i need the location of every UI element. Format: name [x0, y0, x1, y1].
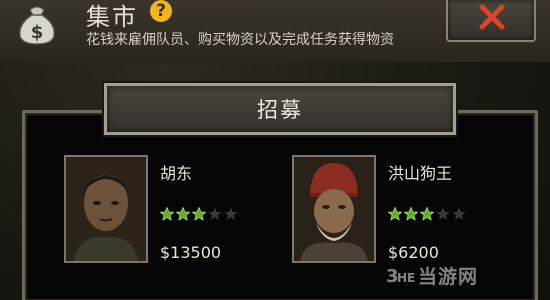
soldier-portrait-image	[66, 157, 146, 261]
watermark-logo-icon: 3 HE	[386, 266, 415, 286]
close-icon	[479, 4, 505, 30]
recruit-price: $6200	[388, 243, 439, 262]
header-bar: $ 集市 ? 花钱来雇佣队员、购买物资以及完成任务获得物资	[0, 0, 550, 62]
svg-text:HE: HE	[397, 271, 415, 285]
star-empty-icon	[208, 207, 222, 220]
svg-text:$: $	[31, 22, 44, 43]
watermark-text: 当游网	[418, 266, 479, 288]
recruit-price: $13500	[160, 243, 222, 262]
money-bag-icon: $	[19, 6, 55, 45]
page-title: 集市	[86, 3, 138, 31]
star-filled-icon	[388, 207, 402, 221]
star-empty-icon	[452, 207, 466, 220]
recruit-card-hongshan[interactable]: 洪山狗王 $6200	[292, 155, 492, 265]
recruit-portrait	[64, 155, 148, 263]
help-icon[interactable]: ?	[150, 0, 172, 22]
recruit-card-hudong[interactable]: 胡东 $13500	[64, 155, 264, 265]
star-empty-icon	[224, 207, 238, 220]
page-subtitle: 花钱来雇佣队员、购买物资以及完成任务获得物资	[86, 32, 394, 48]
old-man-portrait-image	[294, 157, 374, 261]
tab-recruit[interactable]: 招募	[104, 83, 456, 135]
close-button[interactable]	[446, 0, 536, 42]
recruit-portrait	[292, 155, 376, 263]
recruit-rating	[388, 207, 466, 223]
recruit-name: 胡东	[160, 164, 193, 183]
star-filled-icon	[176, 207, 190, 221]
tab-recruit-label: 招募	[257, 98, 303, 122]
star-filled-icon	[420, 207, 434, 221]
recruit-rating	[160, 207, 238, 223]
star-empty-icon	[436, 207, 450, 220]
star-filled-icon	[404, 207, 418, 221]
recruit-name: 洪山狗王	[388, 164, 453, 183]
star-filled-icon	[192, 207, 206, 221]
market-screen: $ 集市 ? 花钱来雇佣队员、购买物资以及完成任务获得物资 招募 胡东 $135…	[0, 0, 550, 300]
star-filled-icon	[160, 207, 174, 221]
